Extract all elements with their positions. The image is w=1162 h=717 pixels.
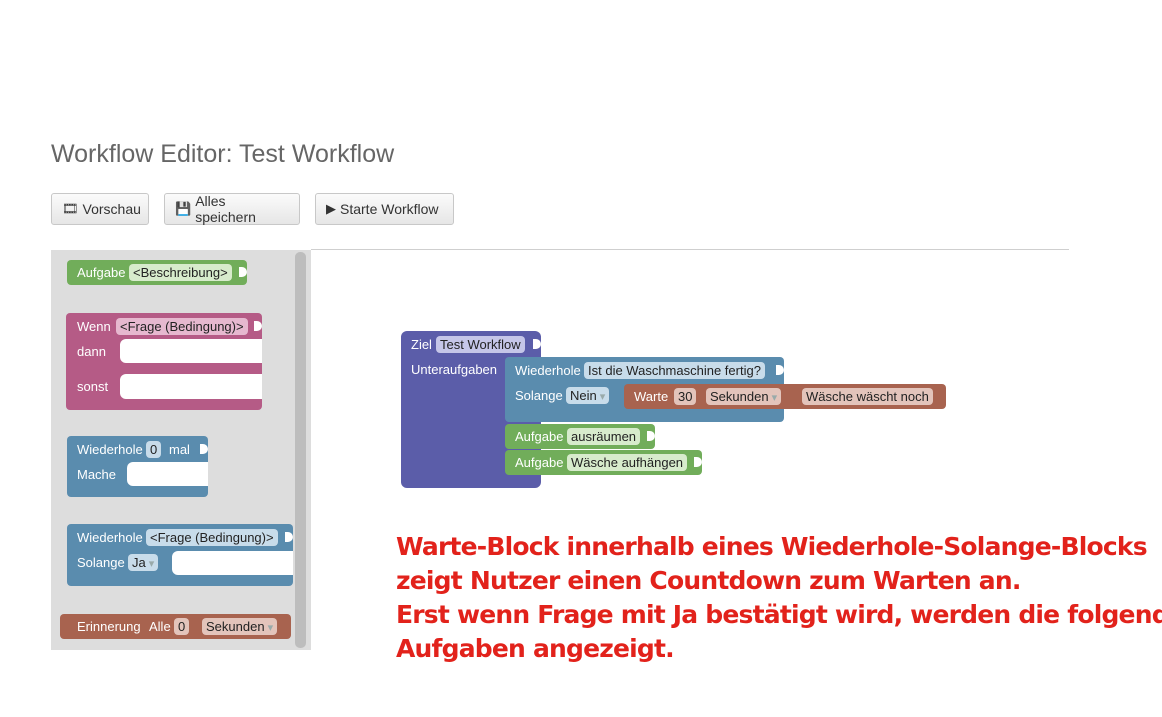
film-icon: 🎞 [62,201,79,216]
task-block[interactable]: Aufgabe ausräumen [505,424,655,449]
task-text-field[interactable]: ausräumen [567,428,641,445]
reminder-count-field[interactable]: 0 [174,618,190,635]
caption-line: zeigt Nutzer einen Countdown zum Warten … [396,566,1021,595]
block-connector [776,365,784,375]
reminder-every-label: Alle [149,619,171,634]
task-text-field[interactable]: Wäsche aufhängen [567,454,688,471]
caption-line: Aufgaben angezeigt. [396,634,675,663]
if-label: Wenn [77,319,111,334]
wait-count-field[interactable]: 30 [674,388,697,405]
caption-line: Warte-Block innerhalb eines Wiederhole-S… [396,532,1148,561]
block-connector [694,457,702,467]
task-label: Aufgabe [515,429,564,444]
toolbox-repeat-times-block[interactable]: Wiederhole 0 mal Mache [67,436,208,497]
task-block[interactable]: Aufgabe Wäsche aufhängen [505,450,702,475]
task-description-field[interactable]: <Beschreibung> [129,264,232,281]
while-option-dropdown[interactable]: Ja [128,554,159,571]
save-all-button[interactable]: 💾 Alles speichern [164,193,300,225]
floppy-disk-icon: 💾 [175,201,192,216]
repeat-label: Wiederhole [77,442,143,457]
then-slot [120,339,262,363]
block-connector [285,532,293,542]
toolbox-if-block[interactable]: Wenn <Frage (Bedingung)> dann sonst [66,313,262,410]
reminder-label: Erinnerung [77,619,141,634]
wait-label: Warte [634,389,669,404]
block-connector [254,321,262,331]
block-connector [647,431,655,441]
repeat-suffix: mal [169,442,190,457]
toolbox-repeat-while-block[interactable]: Wiederhole <Frage (Bedingung)> Solange J… [67,524,293,586]
else-label: sonst [77,379,109,394]
repeat-while-label: Wiederhole [77,530,143,545]
else-slot [120,374,262,399]
if-condition-field[interactable]: <Frage (Bedingung)> [116,318,248,335]
repeat-while-condition-field[interactable]: <Frage (Bedingung)> [146,529,278,546]
caption-line: Erst wenn Frage mit Ja bestätigt wird, w… [396,600,1162,629]
save-all-button-label: Alles speichern [195,193,256,225]
wait-block[interactable]: Warte 30 Sekunden Wäsche wäscht noch [624,384,946,409]
start-workflow-button-label: Starte Workflow [340,201,439,217]
subtasks-label: Unteraufgaben [411,362,498,377]
block-connector [533,339,541,349]
while-option-dropdown[interactable]: Nein [566,387,610,404]
repeat-question-field[interactable]: Ist die Waschmaschine fertig? [584,362,765,379]
task-label: Aufgabe [77,265,126,280]
block-connector [239,267,247,277]
while-slot [172,551,293,575]
page-title: Workflow Editor: Test Workflow [51,140,395,168]
do-label: Mache [77,467,117,482]
toolbox-scrollbar[interactable] [295,252,306,648]
preview-button-label: Vorschau [82,201,141,217]
while-label: Solange [515,388,563,403]
do-slot [127,462,208,486]
toolbox-reminder-block[interactable]: Erinnerung Alle 0 Sekunden [60,614,291,639]
annotation-caption: Warte-Block innerhalb eines Wiederhole-S… [396,530,1162,666]
toolbox-task-block[interactable]: Aufgabe <Beschreibung> [67,260,247,285]
reminder-unit-dropdown[interactable]: Sekunden [202,618,278,635]
repeat-while-label: Wiederhole [515,363,581,378]
start-workflow-button[interactable]: ▶ Starte Workflow [315,193,454,225]
workspace-divider [311,249,1069,250]
then-label: dann [77,344,106,359]
block-connector [200,444,208,454]
wait-unit-dropdown[interactable]: Sekunden [706,388,782,405]
goal-label: Ziel [411,337,432,352]
task-label: Aufgabe [515,455,564,470]
wait-message-field[interactable]: Wäsche wäscht noch [802,388,933,405]
repeat-count-field[interactable]: 0 [146,441,162,458]
while-label: Solange [77,555,125,570]
play-icon: ▶ [326,201,336,216]
goal-name-field[interactable]: Test Workflow [436,336,525,353]
preview-button[interactable]: 🎞 Vorschau [51,193,149,225]
